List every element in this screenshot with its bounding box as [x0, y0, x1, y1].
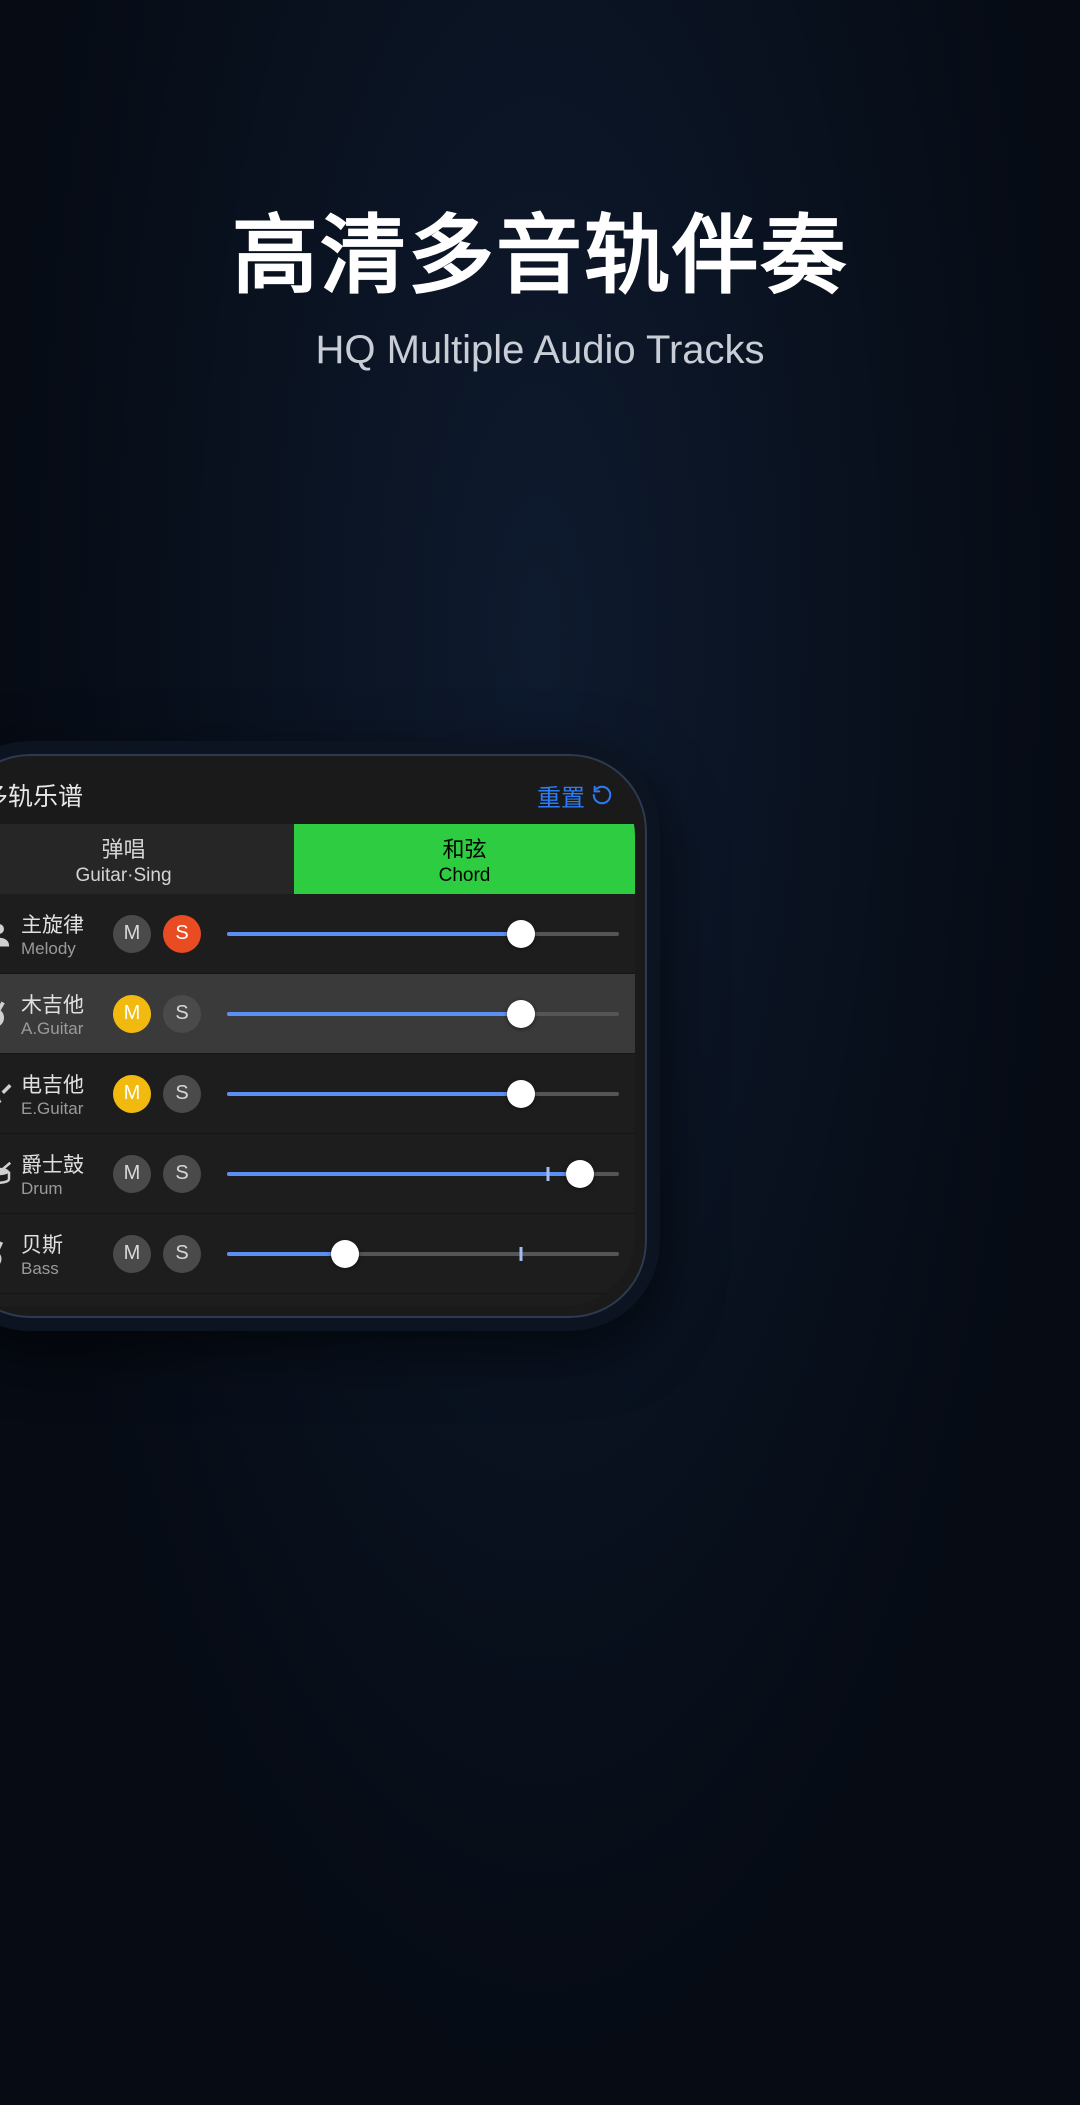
solo-button[interactable]: S [163, 1155, 201, 1193]
mute-button[interactable]: M [113, 1235, 151, 1273]
slider-thumb[interactable] [507, 1000, 535, 1028]
track-row[interactable]: 贝斯BassMS [0, 1214, 635, 1294]
mute-button[interactable]: M [113, 915, 151, 953]
solo-button[interactable]: S [163, 1235, 201, 1273]
tab-label-en: Guitar·Sing [75, 865, 171, 887]
topbar: 多轨乐谱 重置 [0, 766, 635, 824]
track-row[interactable]: 键盘MS [0, 1294, 635, 1306]
track-row[interactable]: 木吉他A.GuitarMS [0, 974, 635, 1054]
track-label: 贝斯Bass [21, 1229, 113, 1279]
person-icon [0, 919, 21, 949]
tab-label-cn: 弹唱 [101, 832, 145, 864]
tab-guitar-sing[interactable]: 弹唱 Guitar·Sing [0, 824, 294, 894]
track-name-cn: 电吉他 [21, 1069, 113, 1099]
track-name-en: Bass [21, 1259, 113, 1279]
solo-button[interactable]: S [163, 995, 201, 1033]
eguitar-icon [0, 1079, 21, 1109]
reset-button[interactable]: 重置 [537, 778, 613, 813]
reset-label: 重置 [537, 778, 585, 813]
track-name-cn: 贝斯 [21, 1229, 113, 1259]
aguitar-icon [0, 999, 21, 1029]
track-label: 爵士鼓Drum [21, 1149, 113, 1199]
track-name-cn: 木吉他 [21, 989, 113, 1019]
track-name-cn: 爵士鼓 [21, 1149, 113, 1179]
solo-button[interactable]: S [163, 915, 201, 953]
track-list: 主旋律MelodyMS木吉他A.GuitarMS电吉他E.GuitarMS爵士鼓… [0, 894, 635, 1306]
headline-cn: 高清多音轨伴奏 [0, 185, 1080, 310]
slider-thumb[interactable] [331, 1240, 359, 1268]
track-name-en: Drum [21, 1179, 113, 1199]
track-row[interactable]: 电吉他E.GuitarMS [0, 1054, 635, 1134]
track-name-cn: 主旋律 [21, 909, 113, 939]
track-name-en: Melody [21, 939, 113, 959]
mute-button[interactable]: M [113, 1075, 151, 1113]
tab-label-cn: 和弦 [442, 832, 486, 864]
slider-thumb[interactable] [507, 920, 535, 948]
volume-slider[interactable] [227, 994, 619, 1034]
track-label: 木吉他A.Guitar [21, 989, 113, 1039]
slider-thumb[interactable] [507, 1080, 535, 1108]
slider-thumb[interactable] [566, 1160, 594, 1188]
volume-slider[interactable] [227, 1154, 619, 1194]
volume-slider[interactable] [227, 1234, 619, 1274]
drum-icon [0, 1159, 21, 1189]
volume-slider[interactable] [227, 1074, 619, 1114]
tab-label-en: Chord [439, 865, 491, 887]
tab-chord[interactable]: 和弦 Chord [294, 824, 635, 894]
mute-button[interactable]: M [113, 995, 151, 1033]
track-name-en: A.Guitar [21, 1019, 113, 1039]
track-name-en: E.Guitar [21, 1099, 113, 1119]
track-label: 主旋律Melody [21, 909, 113, 959]
headline-en: HQ Multiple Audio Tracks [0, 328, 1080, 373]
phone-mockup: 多轨乐谱 重置 弹唱 Guitar·Sing 和弦 Chord [0, 741, 660, 1331]
screen-title: 多轨乐谱 [0, 777, 537, 813]
track-label: 电吉他E.Guitar [21, 1069, 113, 1119]
track-row[interactable]: 主旋律MelodyMS [0, 894, 635, 974]
reset-icon [591, 784, 613, 806]
bass-icon [0, 1239, 21, 1269]
solo-button[interactable]: S [163, 1075, 201, 1113]
volume-slider[interactable] [227, 914, 619, 954]
tab-bar: 弹唱 Guitar·Sing 和弦 Chord [0, 824, 635, 894]
mute-button[interactable]: M [113, 1155, 151, 1193]
track-row[interactable]: 爵士鼓DrumMS [0, 1134, 635, 1214]
